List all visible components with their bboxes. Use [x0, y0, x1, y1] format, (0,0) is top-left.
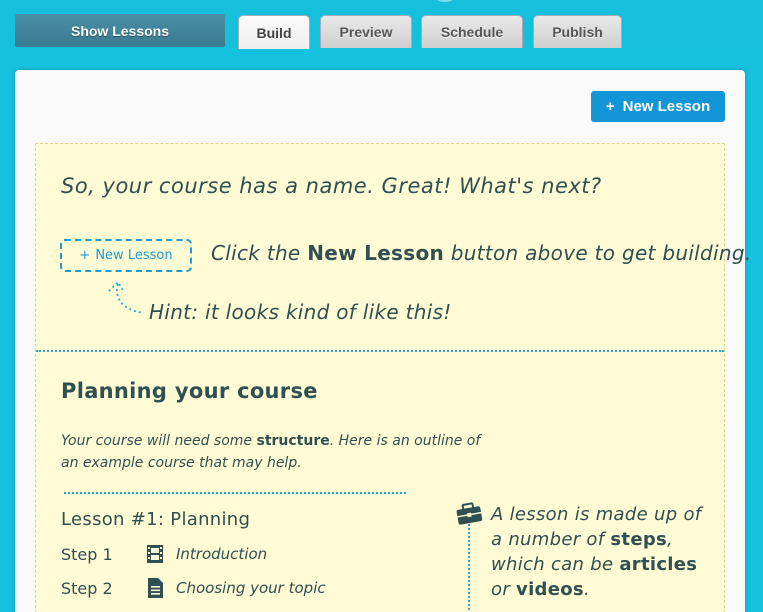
tab-preview[interactable]: Preview: [320, 15, 412, 48]
click-bold: New Lesson: [307, 241, 445, 265]
hint-arrow-icon: [108, 280, 145, 314]
toolbox-icon: [456, 502, 483, 525]
planning-description: Your course will need some structure. He…: [61, 430, 481, 474]
step-number: Step 1: [61, 544, 113, 564]
tab-schedule[interactable]: Schedule: [421, 15, 523, 48]
plus-icon: +: [79, 248, 91, 263]
lesson-note: A lesson is made up of a number of steps…: [491, 502, 711, 602]
note-connector-line: [468, 524, 470, 612]
note-b2: articles: [619, 554, 698, 575]
step-name: Introduction: [176, 545, 268, 563]
note-p4: .: [583, 579, 590, 600]
outline-divider: [64, 492, 406, 494]
planning-title: Planning your course: [61, 379, 318, 403]
step-name: Choosing your topic: [176, 579, 326, 597]
mini-button-label: New Lesson: [95, 248, 173, 263]
desc-pre: Your course will need some: [61, 433, 257, 449]
step-row: Step 1 Introduction: [61, 544, 267, 564]
plus-icon: +: [605, 98, 615, 115]
show-lessons-button[interactable]: Show Lessons: [15, 14, 225, 47]
note-b1: steps: [610, 529, 668, 550]
click-post: button above to get building.: [444, 241, 752, 265]
note-p3: or: [491, 579, 517, 600]
top-bar-nub: [436, 0, 454, 2]
step-row: Step 2 Choosing your topic: [61, 577, 326, 599]
lesson-heading: Lesson #1: Planning: [61, 509, 251, 530]
tab-publish[interactable]: Publish: [533, 15, 622, 48]
desc-bold: structure: [256, 433, 330, 449]
click-pre: Click the: [211, 241, 308, 265]
hint-text: Hint: it looks kind of like this!: [149, 300, 452, 324]
new-lesson-label: New Lesson: [622, 98, 711, 115]
tab-build[interactable]: Build: [238, 15, 310, 49]
new-lesson-example-button: + New Lesson: [60, 239, 192, 272]
film-icon: [146, 544, 176, 564]
click-instruction: Click the New Lesson button above to get…: [211, 241, 752, 265]
step-number: Step 2: [61, 578, 113, 598]
note-b3: videos: [516, 579, 584, 600]
new-lesson-button[interactable]: + New Lesson: [591, 91, 725, 122]
section-divider: [36, 350, 724, 352]
intro-title: So, your course has a name. Great! What'…: [61, 174, 602, 198]
document-icon: [146, 577, 176, 599]
